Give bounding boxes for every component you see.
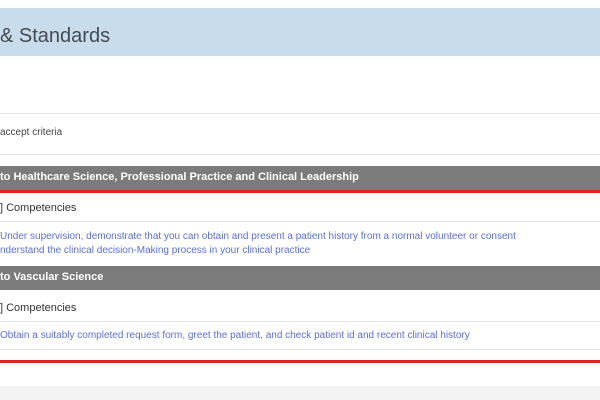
section-header-vascular-science[interactable]: to Vascular Science (0, 266, 600, 290)
divider (0, 154, 600, 155)
competencies-label: ] Competencies (0, 302, 77, 314)
highlight-line (0, 360, 600, 363)
competencies-row[interactable]: ] Competencies (0, 298, 600, 320)
section-title: to Vascular Science (0, 271, 104, 283)
highlight-line (0, 190, 600, 193)
section-header-healthcare-science[interactable]: to Healthcare Science, Professional Prac… (0, 166, 600, 190)
footer-area (0, 386, 600, 400)
divider (0, 321, 600, 322)
section-title: to Healthcare Science, Professional Prac… (0, 171, 359, 183)
divider (0, 221, 600, 222)
competencies-label: ] Competencies (0, 202, 77, 214)
criteria-row: accept criteria (0, 114, 600, 154)
page-title: & Standards (0, 25, 111, 47)
competency-link[interactable]: nderstand the clinical decision-Making p… (0, 245, 310, 256)
competency-link[interactable]: Under supervision, demonstrate that you … (0, 231, 516, 242)
divider (0, 349, 600, 350)
page-header: & Standards (0, 8, 600, 56)
criteria-text: accept criteria (0, 127, 63, 138)
competencies-row[interactable]: ] Competencies (0, 198, 600, 220)
competency-link[interactable]: Obtain a suitably completed request form… (0, 330, 470, 341)
